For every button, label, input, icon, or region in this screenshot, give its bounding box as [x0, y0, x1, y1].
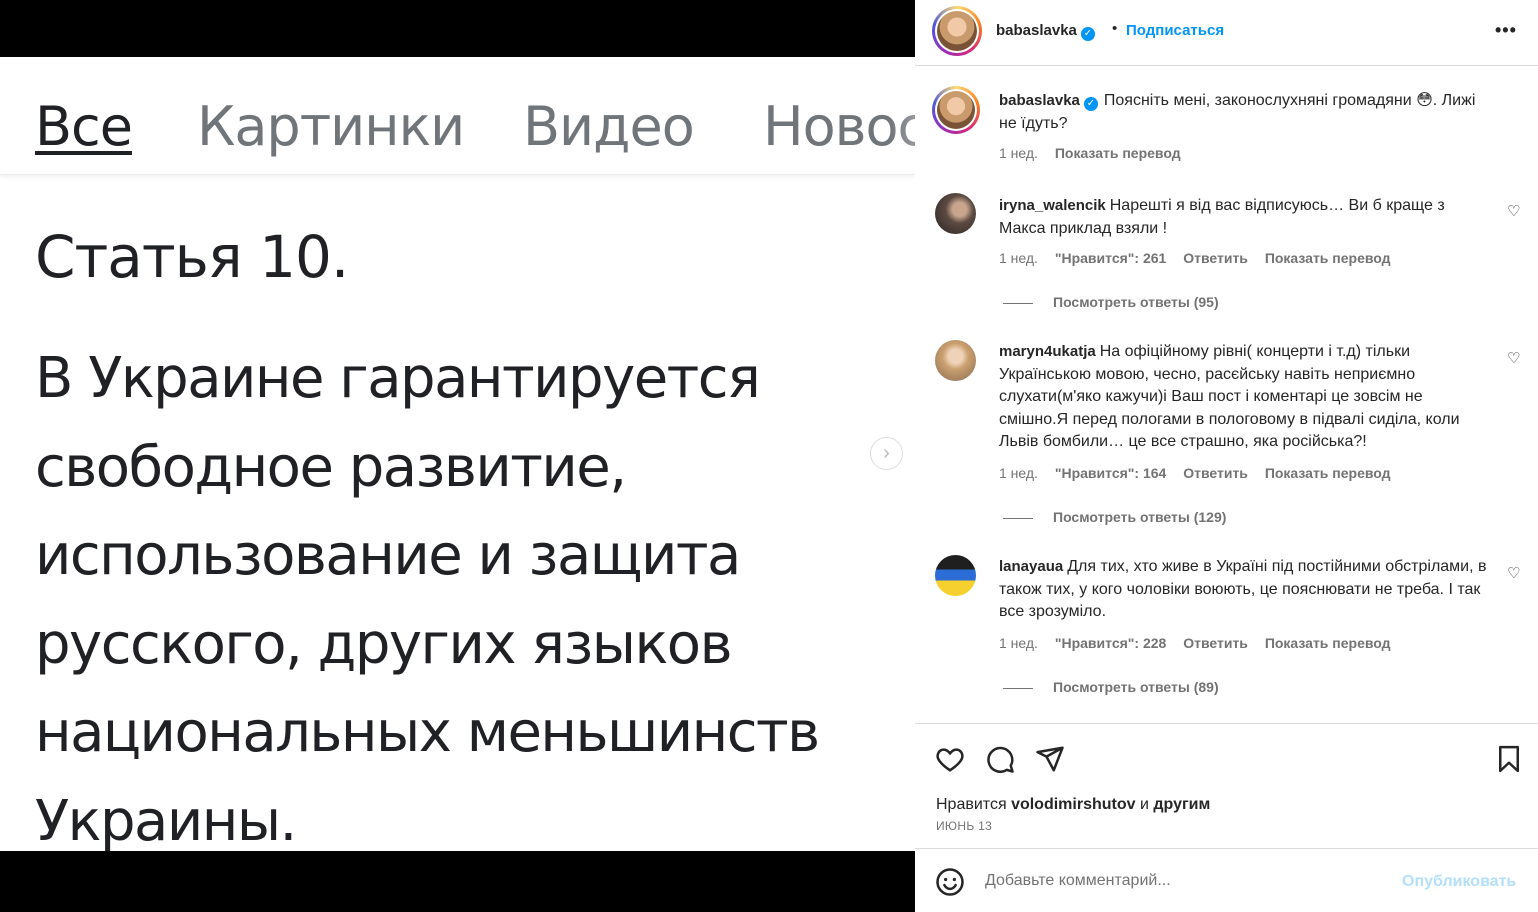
post-image: Все Картинки Видео Новости Статья 10. В … — [0, 57, 915, 851]
chevron-right-icon: › — [883, 442, 890, 464]
comment-likes[interactable]: "Нравится": 164 — [1055, 465, 1166, 481]
separator-dot: • — [1112, 20, 1118, 37]
view-replies-button[interactable]: Посмотреть ответы (129) — [1003, 509, 1226, 525]
more-options-icon[interactable]: ••• — [1495, 20, 1517, 41]
comment-likes[interactable]: "Нравится": 261 — [1055, 250, 1166, 266]
likes-summary: Нравится volodimirshutov и другим — [936, 796, 1211, 813]
share-icon[interactable] — [1035, 744, 1065, 774]
caption-username[interactable]: babaslavka — [999, 92, 1080, 109]
publish-button[interactable]: Опубликовать — [1402, 873, 1516, 891]
tab-all: Все — [35, 95, 133, 158]
heart-icon[interactable]: ♡ — [1507, 349, 1520, 367]
comment-likes[interactable]: "Нравится": 228 — [1055, 635, 1166, 651]
add-comment-bar: Опубликовать — [915, 848, 1538, 912]
heart-icon[interactable] — [935, 744, 965, 774]
verified-badge-icon: ✓ — [1080, 27, 1095, 41]
caption-time: 1 нед. — [999, 145, 1038, 161]
commenter-avatar[interactable] — [935, 193, 976, 234]
comment-time: 1 нед. — [999, 635, 1038, 651]
comment-time: 1 нед. — [999, 250, 1038, 266]
commenter-avatar[interactable] — [935, 555, 976, 596]
article-title: Статья 10. — [35, 223, 349, 291]
comment-username[interactable]: iryna_walencik — [999, 197, 1106, 214]
view-replies-button[interactable]: Посмотреть ответы (95) — [1003, 294, 1219, 310]
caption-avatar[interactable] — [932, 86, 980, 134]
liker-username[interactable]: volodimirshutov — [1011, 796, 1135, 813]
action-bar: Нравится volodimirshutov и другим ИЮНЬ 1… — [915, 723, 1538, 848]
tab-news: Новости — [763, 95, 915, 158]
reply-button[interactable]: Ответить — [1183, 635, 1248, 651]
post-panel: babaslavka ✓ • Подписаться ••• babaslavka… — [915, 0, 1538, 912]
view-replies-button[interactable]: Посмотреть ответы (89) — [1003, 679, 1219, 695]
post-media: Все Картинки Видео Новости Статья 10. В … — [0, 0, 915, 912]
translate-link[interactable]: Показать перевод — [1265, 635, 1391, 651]
reply-button[interactable]: Ответить — [1183, 250, 1248, 266]
tab-images: Картинки — [197, 95, 465, 158]
author-username[interactable]: babaslavka — [996, 22, 1077, 39]
article-body: В Украине гарантируется свободное развит… — [35, 346, 820, 851]
verified-badge-icon: ✓ — [1083, 97, 1098, 111]
search-tabs: Все Картинки Видео Новости — [0, 57, 915, 175]
heart-icon[interactable]: ♡ — [1507, 564, 1520, 582]
bookmark-icon[interactable] — [1494, 744, 1524, 774]
comment-input[interactable] — [985, 867, 1385, 895]
likes-others-link[interactable]: другим — [1153, 796, 1210, 813]
follow-button[interactable]: Подписаться — [1126, 22, 1224, 39]
commenter-avatar[interactable] — [935, 340, 976, 381]
comment-username[interactable]: lanayaua — [999, 558, 1063, 575]
heart-icon[interactable]: ♡ — [1507, 202, 1520, 220]
translate-link[interactable]: Показать перевод — [1265, 465, 1391, 481]
comment-icon[interactable] — [985, 744, 1015, 774]
next-slide-button[interactable]: › — [870, 437, 903, 470]
caption-translate-link[interactable]: Показать перевод — [1055, 145, 1181, 161]
translate-link[interactable]: Показать перевод — [1265, 250, 1391, 266]
emoji-icon[interactable] — [935, 867, 965, 897]
comment-username[interactable]: maryn4ukatja — [999, 343, 1096, 360]
post-date: ИЮНЬ 13 — [936, 819, 993, 833]
author-avatar[interactable] — [932, 6, 982, 56]
comment-text: Для тих, хто живе в Україні під постійни… — [999, 558, 1487, 620]
comment-time: 1 нед. — [999, 465, 1038, 481]
tab-video: Видео — [523, 95, 695, 158]
post-header: babaslavka ✓ • Подписаться ••• — [915, 0, 1538, 66]
reply-button[interactable]: Ответить — [1183, 465, 1248, 481]
